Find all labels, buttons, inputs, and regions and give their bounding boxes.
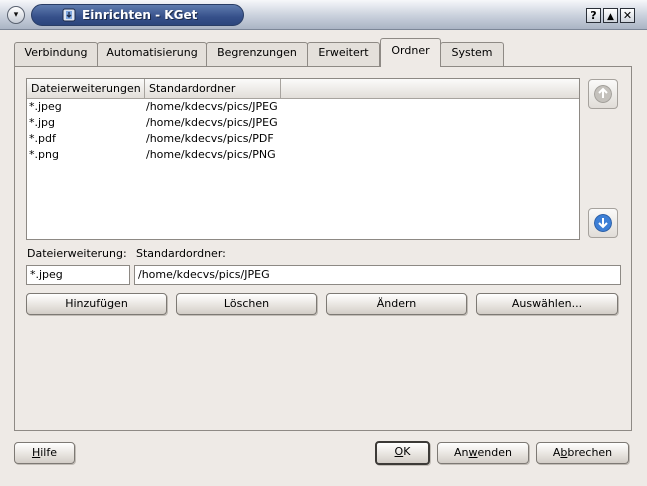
add-button[interactable]: Hinzufügen <box>26 293 167 315</box>
tab-label: Begrenzungen <box>217 46 297 59</box>
cancel-button[interactable]: Abbrechen <box>536 442 629 464</box>
list-item-folder: /home/kdecvs/pics/JPEG <box>146 116 278 129</box>
delete-button[interactable]: Löschen <box>176 293 317 315</box>
tab-erweitert[interactable]: Erweitert <box>307 42 380 66</box>
select-button[interactable]: Auswählen... <box>476 293 618 315</box>
window-title: Einrichten - KGet <box>82 8 198 22</box>
tab-label: Ordner <box>391 44 430 57</box>
apply-label-rest: enden <box>477 446 512 459</box>
apply-label-pre: An <box>454 446 469 459</box>
apply-button[interactable]: Anwenden <box>437 442 529 464</box>
extension-field[interactable]: *.jpeg <box>26 265 130 285</box>
close-icon: ✕ <box>622 9 633 22</box>
title-pill[interactable]: Einrichten - KGet <box>31 4 244 26</box>
list-item-extension: *.jpg <box>29 116 56 129</box>
list-item-folder: /home/kdecvs/pics/JPEG <box>146 100 278 113</box>
list-item[interactable]: *.pdf /home/kdecvs/pics/PDF <box>27 131 579 147</box>
tab-label: Verbindung <box>24 46 88 59</box>
help-mnemonic: H <box>31 446 41 459</box>
folder-field[interactable]: /home/kdecvs/pics/JPEG <box>134 265 621 285</box>
list-item[interactable]: *.png /home/kdecvs/pics/PNG <box>27 147 579 163</box>
tab-automatisierung[interactable]: Automatisierung <box>97 42 207 66</box>
list-item-folder: /home/kdecvs/pics/PNG <box>146 148 276 161</box>
list-item[interactable]: *.jpg /home/kdecvs/pics/JPEG <box>27 115 579 131</box>
tab-system[interactable]: System <box>440 42 504 66</box>
extension-folder-list[interactable]: Dateierweiterungen Standardordner *.jpeg… <box>26 78 580 240</box>
shade-button[interactable]: ▲ <box>603 8 618 23</box>
title-bar: ▾ Einrichten - KGet ? ▲ ✕ <box>0 0 647 30</box>
column-header-extensions[interactable]: Dateierweiterungen <box>27 79 145 98</box>
ok-label: K <box>403 445 411 458</box>
window-menu-button[interactable]: ▾ <box>7 6 25 24</box>
move-down-button[interactable] <box>588 208 618 238</box>
extension-label: Dateierweiterung: <box>27 247 127 260</box>
tab-verbindung[interactable]: Verbindung <box>14 42 98 66</box>
folder-label: Standardordner: <box>136 247 226 260</box>
list-item-extension: *.jpeg <box>29 100 62 113</box>
apply-mnemonic: w <box>468 446 478 459</box>
question-icon: ? <box>590 9 597 22</box>
column-header-folder[interactable]: Standardordner <box>145 79 281 98</box>
help-button[interactable]: Hilfe <box>14 442 75 464</box>
ok-mnemonic: O <box>394 445 404 458</box>
help-label: ilfe <box>40 446 58 459</box>
move-up-button[interactable] <box>588 79 618 109</box>
tab-begrenzungen[interactable]: Begrenzungen <box>206 42 308 66</box>
list-item-extension: *.png <box>29 148 59 161</box>
ok-button[interactable]: OK <box>375 441 430 465</box>
list-item-folder: /home/kdecvs/pics/PDF <box>146 132 274 145</box>
list-item-extension: *.pdf <box>29 132 56 145</box>
shade-icon: ▲ <box>607 12 614 22</box>
tab-label: Erweitert <box>318 46 369 59</box>
close-button[interactable]: ✕ <box>620 8 635 23</box>
list-header: Dateierweiterungen Standardordner <box>27 79 579 99</box>
cancel-label-rest: brechen <box>567 446 613 459</box>
list-item[interactable]: *.jpeg /home/kdecvs/pics/JPEG <box>27 99 579 115</box>
kget-app-icon <box>62 8 76 22</box>
tab-label: Automatisierung <box>106 46 198 59</box>
arrow-down-icon <box>594 214 612 232</box>
chevron-down-icon: ▾ <box>13 10 19 20</box>
tab-label: System <box>451 46 493 59</box>
tab-ordner[interactable]: Ordner <box>380 38 441 67</box>
help-question-button[interactable]: ? <box>586 8 601 23</box>
change-button[interactable]: Ändern <box>326 293 467 315</box>
arrow-up-icon <box>594 85 612 103</box>
